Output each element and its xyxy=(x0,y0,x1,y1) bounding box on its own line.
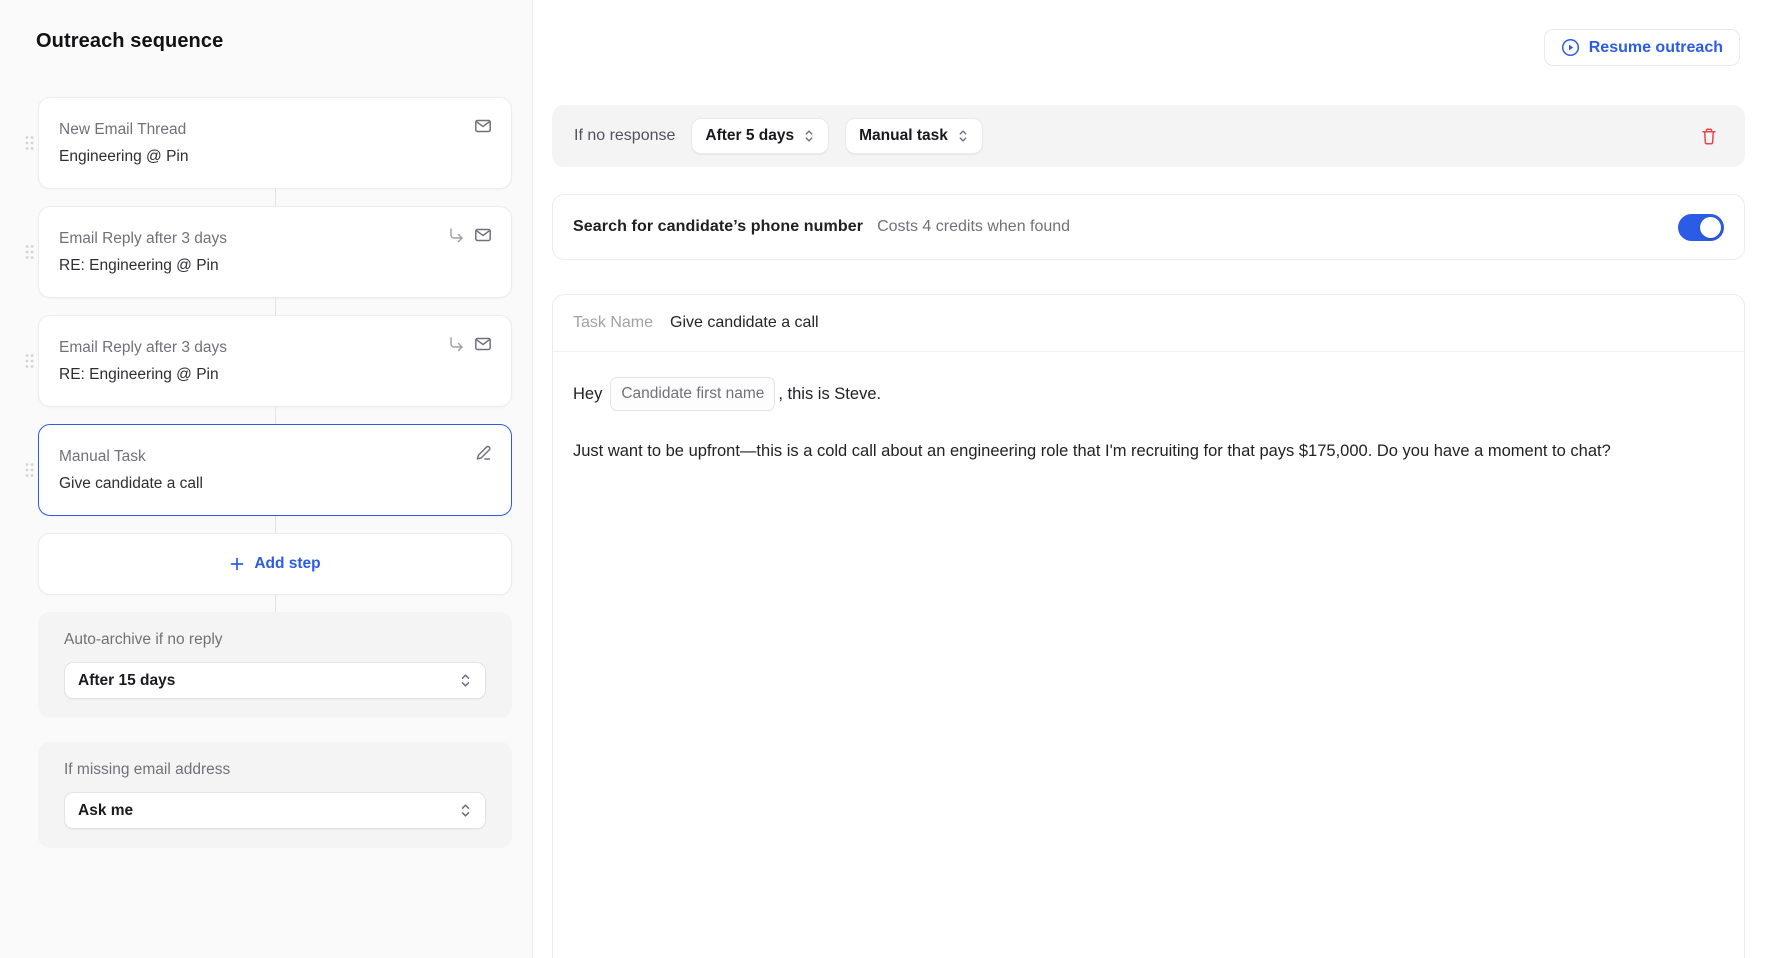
task-body-line: Hey Candidate first name , this is Steve… xyxy=(573,377,1724,411)
chevron-up-down-icon xyxy=(957,129,969,143)
phone-search-label: Search for candidate’s phone number xyxy=(573,218,863,236)
task-body-paragraph: Just want to be upfront—this is a cold c… xyxy=(573,437,1724,466)
action-type-select[interactable]: Manual task xyxy=(845,118,983,154)
page-title: Outreach sequence xyxy=(36,30,512,53)
step-card-manual-task[interactable]: Manual Task Give candidate a call xyxy=(38,424,512,516)
auto-archive-select[interactable]: After 15 days xyxy=(64,662,486,699)
task-name-row: Task Name Give candidate a call xyxy=(553,295,1744,352)
body-after-chip: , this is Steve. xyxy=(778,380,881,409)
step-type: Email Reply after 3 days xyxy=(59,335,491,361)
missing-email-value: Ask me xyxy=(78,802,133,820)
step-type: New Email Thread xyxy=(59,117,491,143)
step-detail-panel: If no response After 5 days Manual task xyxy=(552,105,1745,958)
resume-outreach-label: Resume outreach xyxy=(1589,39,1723,57)
step-row: Email Reply after 3 days RE: Engineering… xyxy=(38,315,512,407)
delay-value: After 5 days xyxy=(705,127,794,145)
phone-search-hint: Costs 4 credits when found xyxy=(877,218,1070,236)
toggle-knob xyxy=(1700,217,1721,238)
task-name-label: Task Name xyxy=(573,314,653,332)
mail-icon xyxy=(473,116,493,136)
reply-icon xyxy=(447,335,466,354)
delete-step-button[interactable] xyxy=(1695,122,1723,151)
step-row: Email Reply after 3 days RE: Engineering… xyxy=(38,206,512,298)
candidate-first-name-chip[interactable]: Candidate first name xyxy=(610,377,775,411)
step-type: Email Reply after 3 days xyxy=(59,226,491,252)
mail-icon xyxy=(473,334,493,354)
chevron-up-down-icon xyxy=(803,129,815,143)
reply-icon xyxy=(447,226,466,245)
step-subject: Give candidate a call xyxy=(59,471,491,497)
add-step-button[interactable]: Add step xyxy=(38,533,512,595)
missing-email-card: If missing email address Ask me xyxy=(38,742,512,848)
step-row: New Email Thread Engineering @ Pin xyxy=(38,97,512,189)
step-connector xyxy=(275,516,276,533)
drag-handle[interactable] xyxy=(20,240,39,265)
auto-archive-value: After 15 days xyxy=(78,672,175,690)
plus-icon xyxy=(229,556,245,572)
missing-email-select[interactable]: Ask me xyxy=(64,792,486,829)
chevron-up-down-icon xyxy=(459,803,472,818)
step-subject: Engineering @ Pin xyxy=(59,144,491,170)
play-circle-icon xyxy=(1561,38,1580,57)
drag-handle[interactable] xyxy=(20,131,39,156)
add-step-label: Add step xyxy=(254,555,320,573)
sequence-panel: Outreach sequence New Email Thread Engin… xyxy=(0,0,533,958)
missing-email-label: If missing email address xyxy=(64,761,486,779)
delay-select[interactable]: After 5 days xyxy=(691,118,829,154)
step-connector xyxy=(275,407,276,424)
body-prefix: Hey xyxy=(573,380,602,409)
task-body-editor[interactable]: Hey Candidate first name , this is Steve… xyxy=(553,352,1744,491)
steps-list: New Email Thread Engineering @ Pin xyxy=(38,97,512,848)
step-connector xyxy=(275,298,276,315)
auto-archive-card: Auto-archive if no reply After 15 days xyxy=(38,612,512,718)
resume-outreach-button[interactable]: Resume outreach xyxy=(1544,29,1740,66)
action-type-value: Manual task xyxy=(859,127,948,145)
drag-handle[interactable] xyxy=(20,458,39,483)
step-type: Manual Task xyxy=(59,444,491,470)
auto-archive-label: Auto-archive if no reply xyxy=(64,631,486,649)
phone-search-card: Search for candidate’s phone number Cost… xyxy=(552,194,1745,260)
task-name-input[interactable]: Give candidate a call xyxy=(670,314,819,332)
pencil-icon xyxy=(473,443,493,463)
phone-search-toggle[interactable] xyxy=(1678,214,1724,241)
step-connector xyxy=(275,189,276,206)
mail-icon xyxy=(473,225,493,245)
step-card-email-reply-2[interactable]: Email Reply after 3 days RE: Engineering… xyxy=(38,315,512,407)
step-subject: RE: Engineering @ Pin xyxy=(59,253,491,279)
step-card-new-email-thread[interactable]: New Email Thread Engineering @ Pin xyxy=(38,97,512,189)
step-connector xyxy=(275,595,276,612)
condition-label: If no response xyxy=(574,127,675,145)
section-gap xyxy=(38,718,512,742)
drag-handle[interactable] xyxy=(20,349,39,374)
step-row: Manual Task Give candidate a call xyxy=(38,424,512,516)
step-subject: RE: Engineering @ Pin xyxy=(59,362,491,388)
condition-bar: If no response After 5 days Manual task xyxy=(552,105,1745,167)
step-card-email-reply-1[interactable]: Email Reply after 3 days RE: Engineering… xyxy=(38,206,512,298)
chevron-up-down-icon xyxy=(459,673,472,688)
task-card: Task Name Give candidate a call Hey Cand… xyxy=(552,294,1745,958)
